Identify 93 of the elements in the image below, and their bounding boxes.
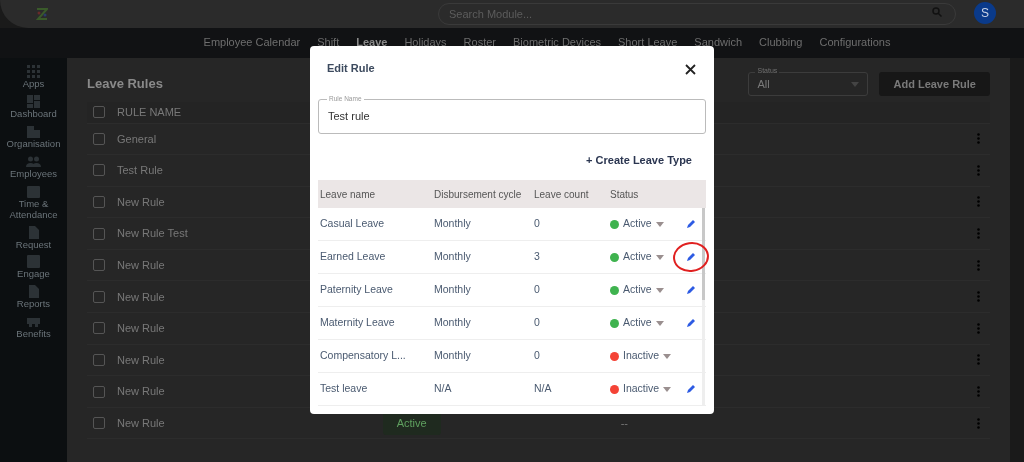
status-label: Active xyxy=(623,315,652,331)
table-cell-text: 0 xyxy=(533,315,541,331)
table-cell-text: General xyxy=(117,131,157,147)
scrollbar-thumb[interactable] xyxy=(702,208,705,300)
table-cell-text: N/A xyxy=(434,381,453,397)
checkbox[interactable] xyxy=(93,196,105,208)
table-cell-text: Maternity Leave xyxy=(319,315,396,331)
status-label: Inactive xyxy=(623,348,660,364)
column-header: Disbursement cycle xyxy=(434,187,523,202)
select-value: All xyxy=(757,76,770,92)
sidebar-item[interactable]: Reports xyxy=(16,299,51,311)
apps-icon xyxy=(26,64,41,79)
pencil-icon[interactable] xyxy=(686,384,696,394)
status-label: Active xyxy=(623,282,652,298)
sidebar-item[interactable]: Request xyxy=(15,239,52,251)
table-cell-text: N/A xyxy=(533,381,553,397)
caret-icon[interactable] xyxy=(663,386,672,392)
sidebar-item[interactable]: Engage xyxy=(17,269,50,281)
checkbox[interactable] xyxy=(93,417,105,430)
table-cell-text: Monthly xyxy=(434,348,472,364)
table-cell-text: 0 xyxy=(533,282,541,298)
table-cell-text: Earned Leave xyxy=(319,249,387,265)
close-icon xyxy=(685,64,696,75)
dashboard-icon xyxy=(26,93,41,109)
caret-icon[interactable] xyxy=(663,353,672,359)
caret-icon[interactable] xyxy=(655,320,664,326)
table-cell-text: Test Rule xyxy=(117,163,163,179)
table-cell-text: 3 xyxy=(533,249,541,265)
modal-title: Edit Rule xyxy=(327,61,375,76)
checkbox[interactable] xyxy=(93,227,105,240)
search-icon[interactable] xyxy=(932,7,942,17)
checkbox[interactable] xyxy=(93,322,105,335)
table-cell-text: New Rule xyxy=(117,194,165,210)
checkbox[interactable] xyxy=(93,290,105,303)
pencil-icon[interactable] xyxy=(686,318,696,328)
table-cell-text: Monthly xyxy=(434,249,472,265)
checkbox[interactable] xyxy=(93,259,105,272)
sidebar-item[interactable]: Apps xyxy=(22,79,45,90)
document-icon xyxy=(26,284,41,300)
table-cell-text: Test leave xyxy=(319,381,369,397)
column-header: Status xyxy=(610,187,640,202)
caret-icon[interactable] xyxy=(655,221,664,227)
sidebar-item[interactable]: Time & Attendance xyxy=(0,198,67,221)
table-cell-text: New Rule Test xyxy=(117,226,188,242)
caret-icon[interactable] xyxy=(655,287,664,293)
table-cell-text: New Rule xyxy=(117,415,165,431)
table-cell-text: Paternity Leave xyxy=(319,282,394,298)
column-header: RULE NAME xyxy=(117,104,182,120)
column-header: Leave count xyxy=(533,187,590,202)
checkbox[interactable] xyxy=(93,385,105,398)
table-cell-text: New Rule xyxy=(117,321,165,337)
document-icon xyxy=(26,224,41,240)
nav-tab[interactable]: Employee Calendar xyxy=(203,33,301,51)
add-leave-rule-button[interactable]: Add Leave Rule xyxy=(879,72,990,96)
table-cell-text: Monthly xyxy=(434,315,472,331)
avatar[interactable]: S xyxy=(974,2,996,24)
table-cell-text: New Rule xyxy=(117,289,165,305)
logo-icon xyxy=(36,7,48,21)
checkbox[interactable] xyxy=(93,106,105,118)
caret-icon[interactable] xyxy=(655,254,664,260)
table-cell-text: -- xyxy=(620,415,628,431)
sidebar-item[interactable]: Organisation xyxy=(6,138,61,150)
table-cell-text: Compensatory L... xyxy=(319,348,407,364)
table-cell-text: New Rule xyxy=(117,352,165,368)
column-header: Leave name xyxy=(319,187,377,202)
nav-tab[interactable]: Clubbing xyxy=(759,33,803,51)
caret-icon xyxy=(851,81,860,87)
status-label: Inactive xyxy=(623,381,660,397)
status-label: Active xyxy=(623,216,652,232)
field-value: Test rule xyxy=(328,108,370,124)
table-cell-text: Monthly xyxy=(434,216,472,232)
table-cell-text: 0 xyxy=(533,348,541,364)
sidebar-item[interactable]: Dashboard xyxy=(10,108,57,120)
building-icon xyxy=(26,123,41,139)
sidebar-item[interactable]: Benefits xyxy=(16,329,51,341)
page-title: Leave Rules xyxy=(87,75,163,94)
status-label: Active xyxy=(623,249,652,265)
table-cell-text: Casual Leave xyxy=(319,216,386,232)
table-cell-text: 0 xyxy=(533,216,541,232)
pencil-icon[interactable] xyxy=(686,219,696,229)
sidebar-item[interactable]: Employees xyxy=(10,168,57,180)
close-button[interactable] xyxy=(685,64,696,75)
table-cell-text: Monthly xyxy=(434,282,472,298)
checkbox[interactable] xyxy=(93,132,105,145)
nav-tab[interactable]: Configurations xyxy=(819,33,891,51)
nav-tab[interactable]: Sandwich xyxy=(694,33,743,51)
table-cell-text: New Rule xyxy=(117,384,165,400)
pencil-icon[interactable] xyxy=(686,285,696,295)
create-leave-type-link[interactable]: + Create Leave Type xyxy=(586,153,692,166)
table-cell-text: New Rule xyxy=(117,257,165,273)
checkbox[interactable] xyxy=(93,353,105,366)
checkbox[interactable] xyxy=(93,164,105,177)
pencil-icon[interactable] xyxy=(686,252,696,262)
